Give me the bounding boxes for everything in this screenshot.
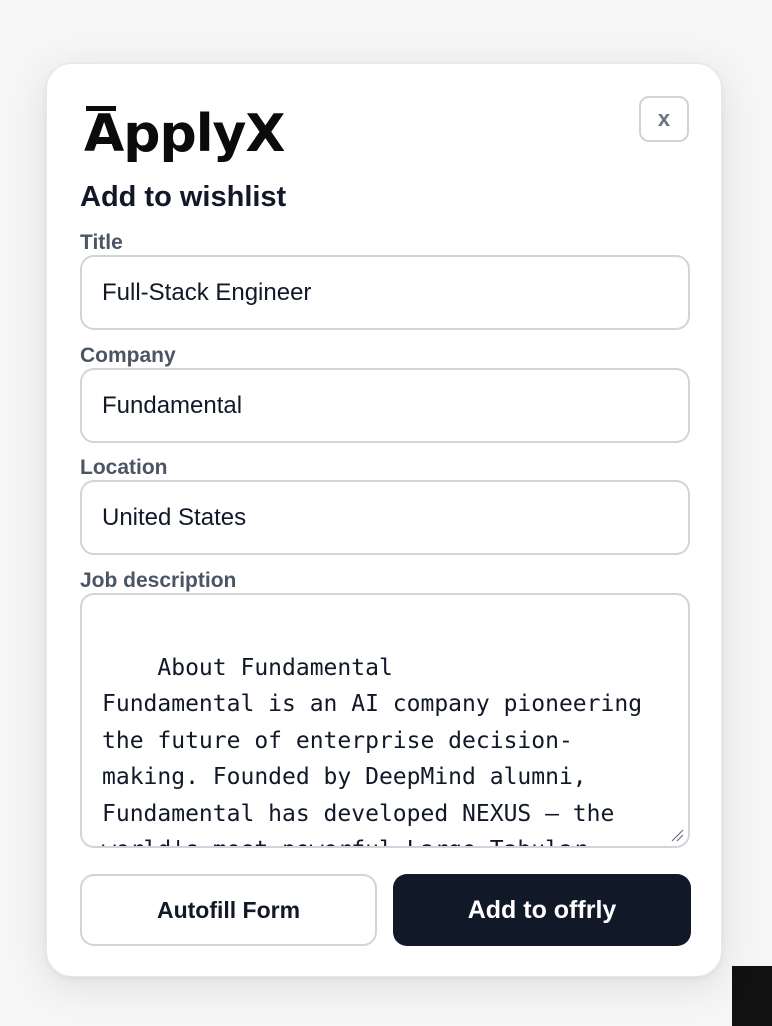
resize-handle-icon[interactable]: [670, 828, 684, 842]
background-corner: [732, 966, 772, 1026]
job-description-label: Job description: [80, 569, 237, 592]
title-label: Title: [80, 231, 123, 254]
wishlist-dialog: ApplyX x Add to wishlist Title Company L…: [46, 63, 722, 977]
logo-text: ApplyX: [84, 104, 286, 164]
close-button[interactable]: x: [639, 96, 689, 142]
add-to-offrly-label: Add to offrly: [467, 895, 617, 924]
dialog-title: Add to wishlist: [80, 181, 287, 213]
autofill-form-label: Autofill Form: [156, 896, 301, 923]
location-label: Location: [80, 456, 168, 479]
close-icon: x: [657, 106, 671, 131]
job-description-textarea[interactable]: About Fundamental Fundamental is an AI c…: [80, 593, 690, 848]
applyx-logo: ApplyX: [84, 104, 286, 164]
company-label: Company: [80, 344, 176, 367]
location-input[interactable]: [80, 480, 690, 555]
job-description-text: About Fundamental Fundamental is an AI c…: [102, 654, 643, 847]
title-input[interactable]: [80, 255, 690, 330]
logo-accent-bar: [86, 106, 116, 111]
company-input[interactable]: [80, 368, 690, 443]
autofill-form-button[interactable]: Autofill Form: [80, 874, 377, 946]
add-to-offrly-button[interactable]: Add to offrly: [393, 874, 691, 946]
